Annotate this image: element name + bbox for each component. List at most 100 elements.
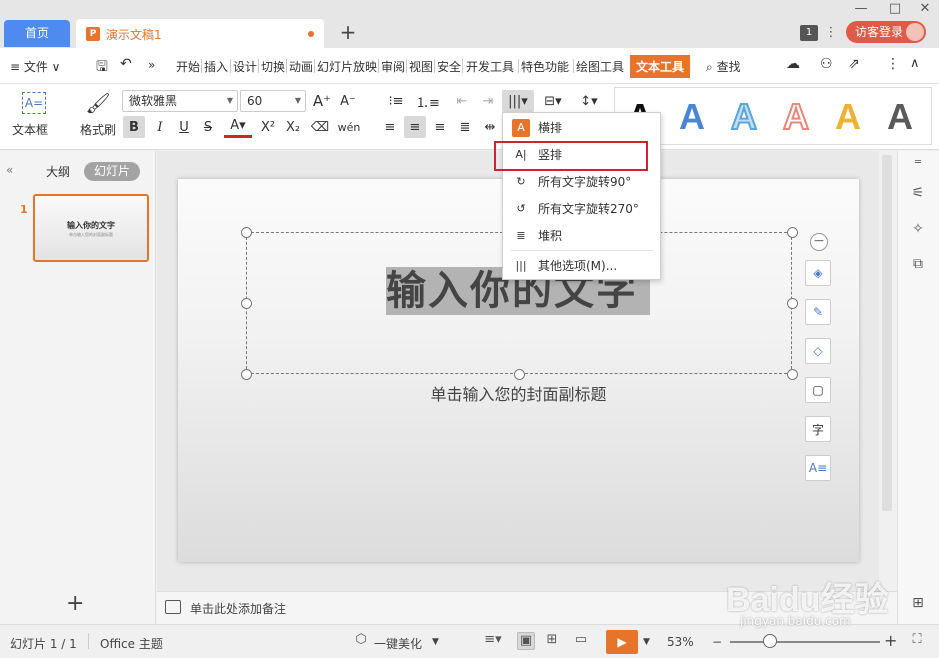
- align-center-icon[interactable]: ≡: [404, 116, 426, 138]
- textbox-icon[interactable]: A=: [22, 92, 46, 114]
- resize-handle[interactable]: [241, 227, 252, 238]
- strikethrough-button[interactable]: S: [198, 116, 218, 138]
- resize-handle[interactable]: [787, 298, 798, 309]
- menu-insert[interactable]: 插入: [204, 58, 228, 75]
- textbox-label[interactable]: 文本框: [12, 121, 48, 138]
- subscript-button[interactable]: X₂: [283, 116, 303, 138]
- eraser-icon[interactable]: ⌫: [310, 116, 330, 138]
- font-size-select[interactable]: 60 ▼: [240, 90, 306, 112]
- slide-subtitle[interactable]: 单击输入您的封面副标题: [178, 381, 859, 405]
- slide-sorter-icon[interactable]: ⊞: [543, 632, 561, 650]
- more-options-item[interactable]: ||| 其他选项(M)...: [504, 253, 660, 279]
- resize-handle[interactable]: [241, 369, 252, 380]
- fit-window-icon[interactable]: ⛶: [908, 632, 926, 650]
- text-style-icon[interactable]: A≡: [805, 455, 831, 481]
- text-direction-button[interactable]: |||▾: [502, 90, 534, 112]
- text-style-gray[interactable]: A: [887, 96, 913, 138]
- properties-icon[interactable]: ⚟: [909, 185, 927, 203]
- menu-slideshow[interactable]: 幻灯片放映: [317, 58, 377, 75]
- zoom-in-button[interactable]: +: [884, 631, 897, 650]
- share-icon[interactable]: ⇗: [848, 56, 860, 72]
- tab-slides[interactable]: 幻灯片: [84, 162, 140, 181]
- menu-text-tools[interactable]: 文本工具: [630, 55, 691, 78]
- beautify-button[interactable]: 一键美化: [374, 635, 422, 652]
- pen-icon[interactable]: ✎: [805, 299, 831, 325]
- italic-button[interactable]: I: [150, 116, 170, 138]
- close-icon[interactable]: ✕: [916, 1, 934, 17]
- border-icon[interactable]: ▢: [805, 377, 831, 403]
- layers-icon[interactable]: ◈: [805, 260, 831, 286]
- cloud-icon[interactable]: ☁: [786, 56, 800, 72]
- window-count-badge[interactable]: 1: [800, 25, 818, 41]
- justify-icon[interactable]: ≣: [455, 116, 475, 138]
- text-wrap-icon[interactable]: 字: [805, 416, 831, 442]
- format-painter-label[interactable]: 格式刷: [80, 121, 116, 138]
- collapse-panel-icon[interactable]: «: [6, 163, 13, 177]
- superscript-button[interactable]: X²: [258, 116, 278, 138]
- text-style-blue[interactable]: A: [679, 96, 705, 138]
- menu-drawing-tools[interactable]: 绘图工具: [576, 58, 624, 75]
- menu-start[interactable]: 开始: [176, 58, 200, 75]
- bullet-list-icon[interactable]: ⁝≡: [382, 90, 410, 112]
- chevron-down-icon[interactable]: ▼: [432, 637, 439, 647]
- collapse-tools-icon[interactable]: −: [810, 233, 828, 251]
- user-add-icon[interactable]: ⚇: [820, 56, 833, 72]
- tab-document[interactable]: P 演示文稿1: [76, 19, 324, 48]
- search-button[interactable]: ⌕ 查找: [706, 58, 741, 75]
- text-style-gallery[interactable]: A A A A A A: [614, 87, 932, 145]
- font-family-select[interactable]: 微软雅黑 ▼: [122, 90, 238, 112]
- zoom-out-button[interactable]: −: [712, 635, 722, 649]
- chevron-down-icon[interactable]: ▼: [643, 637, 650, 647]
- align-left-icon[interactable]: ≡: [380, 116, 400, 138]
- collapse-ribbon-icon[interactable]: ∧: [910, 56, 920, 71]
- more-icon[interactable]: ⋮: [886, 56, 900, 72]
- decrease-indent-icon[interactable]: ⇤: [452, 90, 472, 112]
- menu-transition[interactable]: 切换: [261, 58, 285, 75]
- grid-icon[interactable]: ⊞: [909, 595, 927, 613]
- text-style-outline-blue[interactable]: A: [730, 95, 758, 138]
- increase-indent-icon[interactable]: ⇥: [478, 90, 498, 112]
- tab-outline[interactable]: 大纲: [46, 163, 70, 180]
- shrink-font-icon[interactable]: A⁻: [338, 90, 358, 112]
- notes-view-icon[interactable]: ≡▾: [484, 632, 502, 650]
- phonetic-guide-icon[interactable]: wén: [336, 116, 362, 138]
- undo-icon[interactable]: ↶: [120, 56, 132, 72]
- add-slide-button[interactable]: +: [66, 591, 84, 616]
- zoom-slider[interactable]: [730, 641, 880, 643]
- resize-handle[interactable]: [241, 298, 252, 309]
- save-icon[interactable]: 🖫: [96, 56, 108, 80]
- text-style-orange[interactable]: A: [835, 96, 861, 138]
- theme-name[interactable]: Office 主题: [100, 635, 163, 652]
- maximize-icon[interactable]: □: [886, 1, 904, 17]
- zoom-level[interactable]: 53%: [667, 635, 694, 649]
- guest-login-button[interactable]: 访客登录: [846, 21, 926, 43]
- slide-thumbnail[interactable]: 输入你的文字 单击输入您的封面副标题: [33, 194, 149, 262]
- horizontal-text-option[interactable]: A 横排: [504, 115, 660, 141]
- menu-view[interactable]: 视图: [409, 58, 433, 75]
- scrollbar-thumb[interactable]: [882, 155, 892, 511]
- menu-security[interactable]: 安全: [437, 58, 461, 75]
- options-icon[interactable]: ⋮: [822, 25, 840, 41]
- distribute-icon[interactable]: ⇹: [480, 116, 500, 138]
- numbered-list-icon[interactable]: ⒈≡: [414, 90, 442, 112]
- menu-special[interactable]: 特色功能: [521, 58, 569, 75]
- notes-placeholder[interactable]: 单击此处添加备注: [190, 600, 286, 617]
- animation-icon[interactable]: ✧: [909, 221, 927, 239]
- resize-handle[interactable]: [514, 369, 525, 380]
- font-color-button[interactable]: A▾: [224, 116, 252, 138]
- menu-animation[interactable]: 动画: [289, 58, 313, 75]
- line-spacing-icon[interactable]: ↕▾: [576, 90, 602, 112]
- rotate-90-option[interactable]: ↻ 所有文字旋转90°: [504, 169, 660, 195]
- stacked-text-option[interactable]: ≣ 堆积: [504, 223, 660, 249]
- vertical-scrollbar[interactable]: [879, 151, 896, 591]
- tab-home[interactable]: 首页: [4, 20, 70, 47]
- align-right-icon[interactable]: ≡: [430, 116, 450, 138]
- more-chevron-icon[interactable]: »: [148, 58, 155, 72]
- file-menu[interactable]: ≡ 文件 ∨: [10, 58, 60, 75]
- resize-handle[interactable]: [787, 369, 798, 380]
- new-tab-button[interactable]: +: [336, 20, 360, 44]
- normal-view-icon[interactable]: ▣: [517, 632, 535, 650]
- menu-review[interactable]: 审阅: [381, 58, 405, 75]
- fill-icon[interactable]: ◇: [805, 338, 831, 364]
- resize-handle[interactable]: [787, 227, 798, 238]
